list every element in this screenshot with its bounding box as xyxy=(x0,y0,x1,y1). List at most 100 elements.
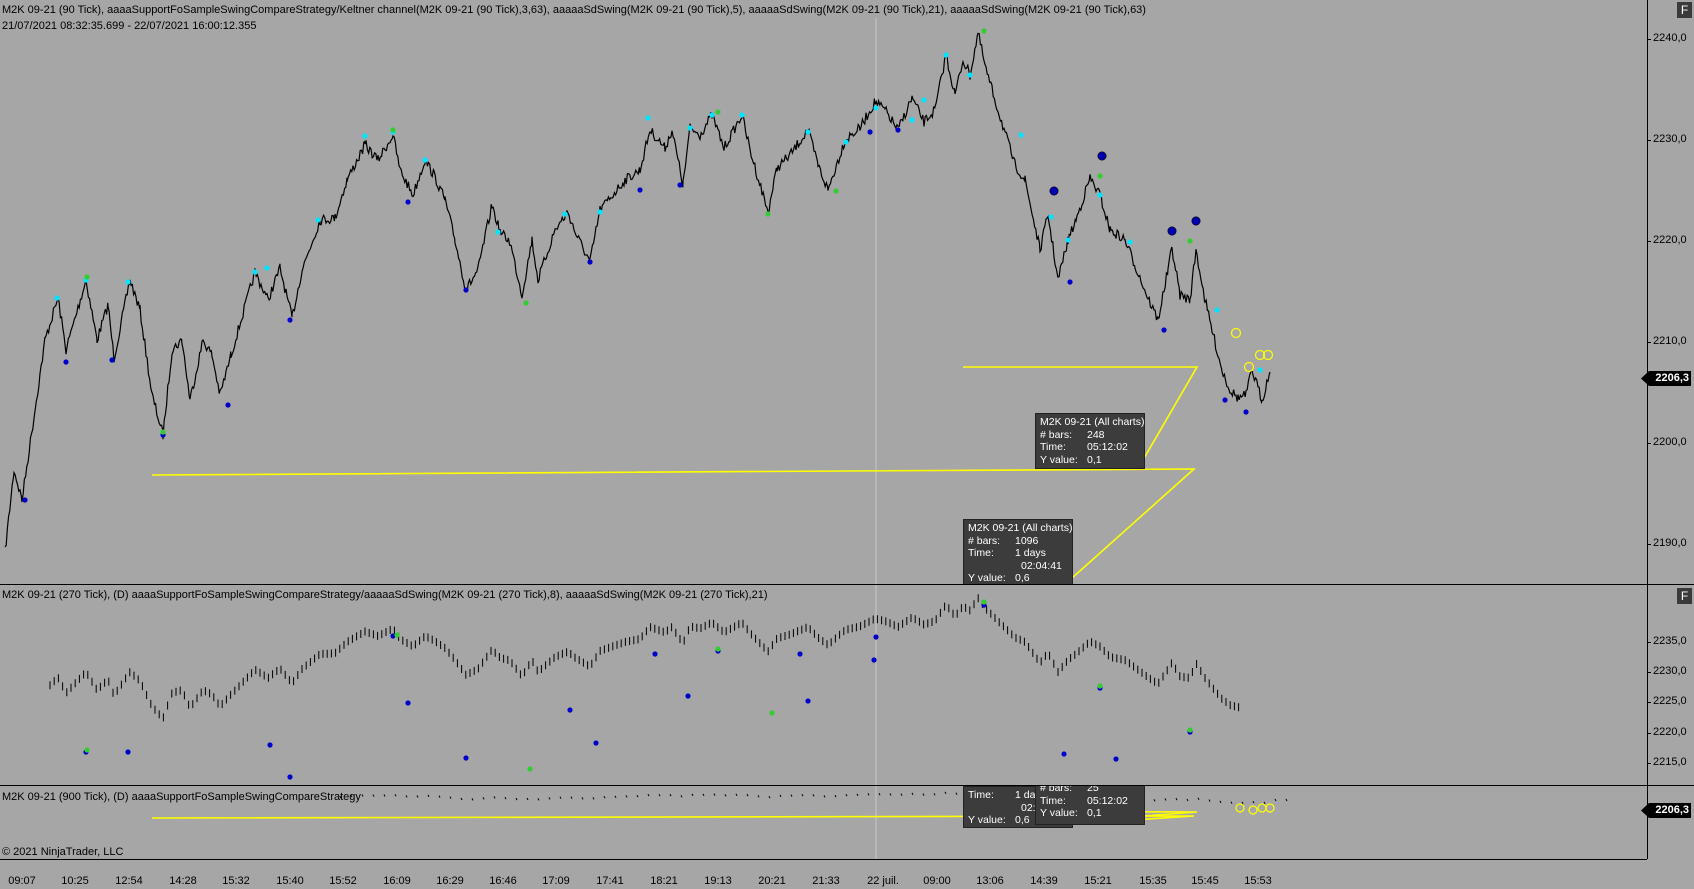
swing-marker-2 xyxy=(593,740,599,746)
swing-high-marker xyxy=(687,125,693,131)
swing-marker-2 xyxy=(871,657,877,663)
swing-high-marker xyxy=(252,269,258,275)
tooltip-2-bars-label: # bars: xyxy=(968,534,1001,547)
swing-pivot-marker xyxy=(390,127,396,133)
tertiary-last-price-badge: 2206,3 xyxy=(1641,803,1691,818)
tooltip-4-y-label: Y value: xyxy=(1040,807,1078,819)
secondary-y-tick: 2220,0 xyxy=(1653,726,1687,738)
tooltip-1-bars-label: # bars: xyxy=(1040,428,1073,441)
x-tick-label: 17:41 xyxy=(596,875,624,887)
secondary-price-chart[interactable] xyxy=(0,585,1647,785)
swing-high-marker xyxy=(1048,214,1054,220)
tooltip-2-time-label: Time: xyxy=(968,547,994,559)
swing-marker-2 xyxy=(463,755,469,761)
x-tick-label: 15:21 xyxy=(1084,875,1112,887)
secondary-price-axis[interactable] xyxy=(1647,585,1694,785)
tertiary-price-panel[interactable]: M2K 09-21 (900 Tick), (D) aaaaSupportFoS… xyxy=(0,786,1694,859)
tooltip-2-time-value: 1 days xyxy=(1015,547,1046,559)
secondary-y-tick: 2225,0 xyxy=(1653,695,1687,707)
panel1-format-button[interactable]: F xyxy=(1677,2,1692,18)
secondary-y-tick-mark xyxy=(1647,642,1651,643)
main-price-chart[interactable] xyxy=(0,0,1647,584)
tooltip-1-bars-value: 248 xyxy=(1087,428,1105,441)
x-tick-label: 17:09 xyxy=(542,875,570,887)
swing-pivot-marker-2 xyxy=(1097,683,1103,689)
swing-pivot-marker-2 xyxy=(715,646,721,652)
swing-pivot-marker-2 xyxy=(769,710,775,716)
swing-low-marker xyxy=(225,402,231,408)
tooltip-2-bars-value: 1096 xyxy=(1015,534,1039,547)
swing-marker-2 xyxy=(805,698,811,704)
yellow-ring-marker-3 xyxy=(1257,803,1267,813)
swing-high-marker xyxy=(1257,367,1263,373)
secondary-price-panel[interactable]: M2K 09-21 (270 Tick), (D) aaaaSupportFoS… xyxy=(0,585,1694,785)
main-price-panel[interactable]: M2K 09-21 (90 Tick), aaaaSupportFoSample… xyxy=(0,0,1694,584)
swing-marker-2 xyxy=(125,749,131,755)
secondary-y-tick: 2230,0 xyxy=(1653,665,1687,677)
swing-high-marker xyxy=(967,72,973,78)
tooltip-3-time-label: Time: xyxy=(968,789,994,801)
main-y-tick: 2220,0 xyxy=(1653,234,1687,246)
swing-target-marker xyxy=(1167,226,1177,236)
swing-pivot-marker xyxy=(833,188,839,194)
swing-low-marker xyxy=(1222,397,1228,403)
main-y-tick-mark xyxy=(1647,544,1651,545)
tertiary-price-axis[interactable] xyxy=(1647,786,1694,859)
tooltip-1-time-label: Time: xyxy=(1040,441,1066,453)
x-tick-label: 12:54 xyxy=(115,875,143,887)
tooltip-1-name: M2K 09-21 (All charts) xyxy=(1040,416,1145,428)
swing-target-marker xyxy=(1049,186,1059,196)
x-tick-label: 16:09 xyxy=(383,875,411,887)
x-tick-label: 15:45 xyxy=(1191,875,1219,887)
tooltip-3-y-label: Y value: xyxy=(968,814,1006,826)
x-tick-label: 15:32 xyxy=(222,875,250,887)
swing-high-marker xyxy=(709,112,715,118)
swing-pivot-marker xyxy=(84,274,90,280)
x-tick-label: 15:35 xyxy=(1139,875,1167,887)
swing-low-marker xyxy=(637,187,643,193)
swing-low-marker xyxy=(22,497,28,503)
swing-marker-2 xyxy=(652,651,658,657)
swing-high-marker xyxy=(264,265,270,271)
x-tick-label: 13:06 xyxy=(976,875,1004,887)
x-tick-label: 15:52 xyxy=(329,875,357,887)
main-y-tick-mark xyxy=(1647,241,1651,242)
swing-high-marker xyxy=(1065,237,1071,243)
swing-high-marker xyxy=(54,295,60,301)
x-tick-label: 15:40 xyxy=(276,875,304,887)
swing-pivot-marker-2 xyxy=(84,747,90,753)
yellow-ring-marker xyxy=(1243,361,1255,373)
panel2-format-button[interactable]: F xyxy=(1677,588,1692,604)
x-tick-label: 18:21 xyxy=(650,875,678,887)
swing-high-marker xyxy=(422,157,428,163)
x-tick-label: 21:33 xyxy=(812,875,840,887)
swing-high-marker xyxy=(739,112,745,118)
main-y-tick: 2240,0 xyxy=(1653,32,1687,44)
secondary-panel-title: M2K 09-21 (270 Tick), (D) aaaaSupportFoS… xyxy=(2,589,768,601)
swing-high-marker xyxy=(843,139,849,145)
swing-high-marker xyxy=(1127,239,1133,245)
swing-low-marker xyxy=(287,317,293,323)
swing-pivot-marker xyxy=(715,109,721,115)
swing-marker-2 xyxy=(873,634,879,640)
swing-high-marker xyxy=(909,117,915,123)
swing-target-marker xyxy=(1097,151,1107,161)
x-tick-label: 09:07 xyxy=(8,875,36,887)
swing-pivot-marker xyxy=(765,211,771,217)
swing-low-marker xyxy=(109,357,115,363)
swing-high-marker xyxy=(921,97,927,103)
yellow-ring-marker-3 xyxy=(1265,803,1275,813)
secondary-y-tick-mark xyxy=(1647,672,1651,673)
tooltip-4-time-label: Time: xyxy=(1040,794,1066,807)
swing-high-marker xyxy=(805,129,811,135)
swing-marker-2 xyxy=(1113,756,1119,762)
tertiary-panel-title: M2K 09-21 (900 Tick), (D) aaaaSupportFoS… xyxy=(2,791,361,803)
main-panel-daterange: 21/07/2021 08:32:35.699 - 22/07/2021 16:… xyxy=(2,20,257,32)
swing-marker-2 xyxy=(567,707,573,713)
x-tick-label: 14:28 xyxy=(169,875,197,887)
tooltip-4-bars-label: # bars: xyxy=(1040,786,1073,794)
swing-marker-2 xyxy=(287,774,293,780)
yellow-ring-marker-3 xyxy=(1248,805,1258,815)
main-price-axis[interactable] xyxy=(1647,0,1694,584)
x-tick-label: 22 juil. xyxy=(867,875,899,887)
